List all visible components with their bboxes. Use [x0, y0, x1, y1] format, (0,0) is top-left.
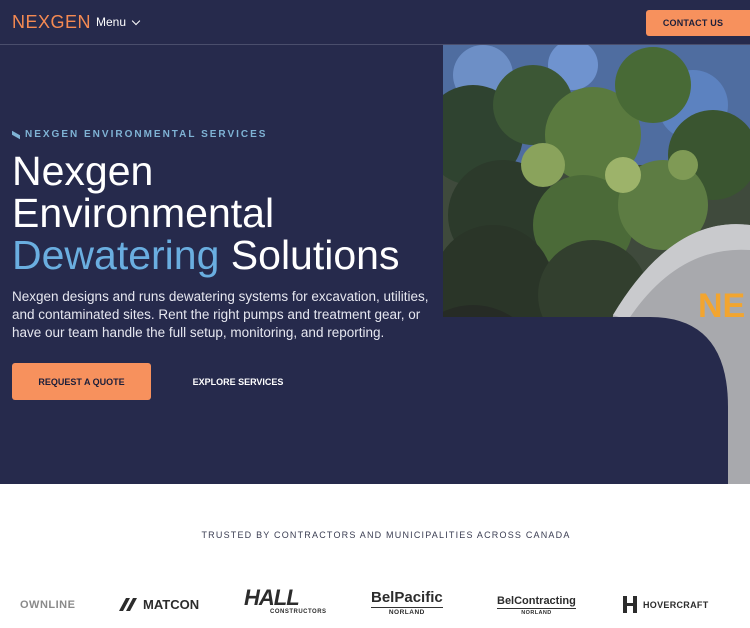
headline-line-3: Dewatering Solutions	[12, 234, 399, 276]
trusted-by-heading: TRUSTED BY CONTRACTORS AND MUNICIPALITIE…	[201, 530, 571, 540]
hero-headline: Nexgen Environmental Dewatering Solution…	[12, 150, 399, 276]
site-header: NEXGEN Menu CONTACT US	[0, 0, 750, 45]
belcontracting-text: BelContracting	[497, 595, 576, 609]
hall-text: HALL	[244, 585, 300, 610]
belpacific-subtext: NORLAND	[388, 609, 425, 616]
matcon-text: MATCON	[143, 597, 200, 612]
headline-accent: Dewatering	[12, 232, 220, 278]
logo-hall: HALL CONSTRUCTORS	[244, 585, 327, 616]
menu-toggle[interactable]: Menu	[96, 15, 141, 29]
eyebrow-text: NEXGEN ENVIRONMENTAL SERVICES	[25, 129, 268, 140]
headline-end: Solutions	[230, 232, 400, 278]
hero-section: NEXGEN Menu CONTACT US NE NEXGEN ENVIRON…	[0, 0, 750, 484]
chevron-down-icon	[131, 16, 141, 25]
logo-ownline: OWNLINE	[20, 599, 76, 611]
logo-belpacific: BelPacific NORLAND	[371, 589, 443, 616]
site-logo[interactable]: NEXGEN	[12, 12, 91, 33]
hero-curve-shape	[420, 317, 728, 484]
hovercraft-h-icon	[623, 596, 637, 613]
belcontracting-subtext: NORLAND	[521, 610, 552, 616]
explore-services-button[interactable]: EXPLORE SERVICES	[176, 363, 300, 400]
menu-label: Menu	[96, 15, 127, 29]
request-quote-button[interactable]: REQUEST A QUOTE	[12, 363, 151, 400]
hero-eyebrow: NEXGEN ENVIRONMENTAL SERVICES	[12, 129, 267, 140]
headline-line-1: Nexgen	[12, 148, 154, 194]
client-logos-row: OWNLINE MATCON HALL CONSTRUCTORS BelPaci…	[0, 585, 750, 625]
hovercraft-text: HOVERCRAFT	[643, 599, 709, 610]
slash-icon	[12, 130, 20, 139]
logo-belcontracting: BelContracting NORLAND	[497, 594, 576, 616]
hall-subtext: CONSTRUCTORS	[270, 609, 327, 615]
contact-us-button[interactable]: CONTACT US	[646, 10, 750, 36]
logo-matcon: MATCON	[119, 597, 199, 612]
headline-line-2: Environmental	[12, 190, 275, 236]
matcon-mark-icon	[119, 598, 137, 611]
hero-description: Nexgen designs and runs dewatering syste…	[12, 289, 429, 340]
logo-hovercraft: HOVERCRAFT	[623, 596, 709, 613]
belpacific-text: BelPacific	[371, 589, 443, 608]
